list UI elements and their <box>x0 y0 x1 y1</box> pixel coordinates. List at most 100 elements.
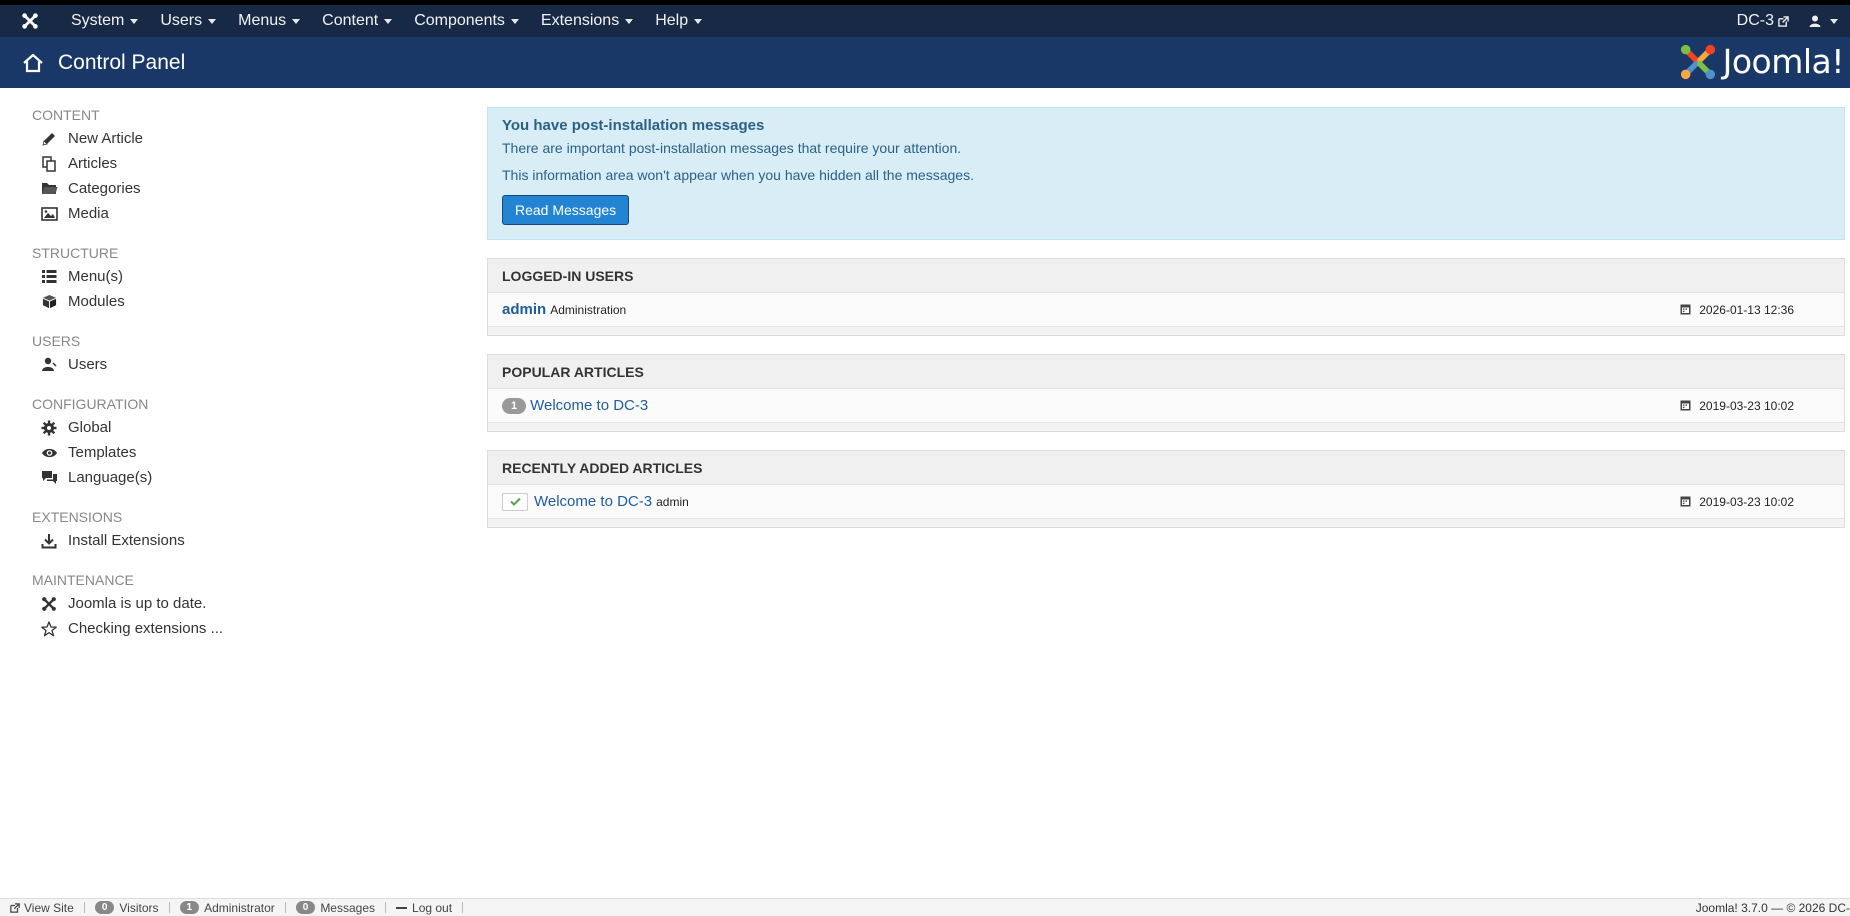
calendar-icon <box>1680 400 1691 411</box>
status-logout[interactable]: Log out <box>386 901 464 915</box>
menu-label: Components <box>414 12 505 29</box>
joomla-icon <box>40 595 58 613</box>
sidebar-item-languages[interactable]: Language(s) <box>32 465 452 490</box>
sidebar-item-new-article[interactable]: New Article <box>32 126 452 151</box>
alert-title: You have post-installation messages <box>502 117 765 134</box>
menu-label: Users <box>160 12 203 29</box>
sidebar-item-label: Media <box>68 205 109 222</box>
sidebar-item-users[interactable]: Users <box>32 352 452 377</box>
main-content: You have post-installation messages Ther… <box>487 107 1845 528</box>
date-text: 2019-03-23 10:02 <box>1699 398 1794 413</box>
menu-label: System <box>71 12 125 29</box>
hits-badge: 1 <box>502 397 527 414</box>
sidebar-item-label: Checking extensions ... <box>68 620 224 637</box>
menu-components[interactable]: Components <box>403 5 530 37</box>
joomla-logo-icon[interactable] <box>0 5 60 37</box>
logged-in-users-panel: LOGGED-IN USERS admin Administration 202… <box>487 258 1845 336</box>
sidebar-group-structure: STRUCTURE Menu(s) Modules <box>32 242 452 314</box>
gear-icon <box>40 419 58 437</box>
user-name-link[interactable]: admin <box>502 301 546 318</box>
copy-icon <box>40 155 58 173</box>
recent-articles-panel: RECENTLY ADDED ARTICLES Welcome to DC-3 … <box>487 450 1845 528</box>
brand-text: Joomla! <box>1722 42 1845 81</box>
panel-heading: LOGGED-IN USERS <box>488 259 1844 293</box>
sidebar-item-label: Categories <box>68 180 141 197</box>
menu-menus[interactable]: Menus <box>227 5 311 37</box>
menu-label: Extensions <box>540 12 620 29</box>
table-row: 1 Welcome to DC-3 2019-03-23 10:02 <box>488 389 1844 423</box>
row-date: 2019-03-23 10:02 <box>1680 495 1794 509</box>
pencil-icon <box>40 130 58 148</box>
menu-extensions[interactable]: Extensions <box>530 5 644 37</box>
date-text: 2019-03-23 10:02 <box>1699 494 1794 509</box>
menu-system[interactable]: System <box>60 5 149 37</box>
published-check-icon[interactable] <box>502 492 528 511</box>
sidebar-item-label: Global <box>68 419 112 436</box>
popular-articles-panel: POPULAR ARTICLES 1 Welcome to DC-3 2019-… <box>487 354 1845 432</box>
caret-down-icon <box>208 18 217 24</box>
sidebar-item-menus[interactable]: Menu(s) <box>32 264 452 289</box>
sidebar-heading: EXTENSIONS <box>32 509 123 525</box>
visitors-badge: 0 <box>94 901 115 914</box>
messages-badge: 0 <box>295 901 316 914</box>
sidebar-heading: CONFIGURATION <box>32 396 149 412</box>
sidebar: CONTENT New Article Articles Categories … <box>32 104 452 657</box>
sidebar-item-media[interactable]: Media <box>32 201 452 226</box>
user-role: Administration <box>550 302 627 317</box>
sidebar-item-label: Templates <box>68 444 137 461</box>
page-title: Control Panel <box>58 50 186 74</box>
sidebar-item-checking-extensions[interactable]: Checking extensions ... <box>32 616 452 641</box>
sidebar-group-maintenance: MAINTENANCE Joomla is up to date. Checki… <box>32 569 452 641</box>
site-link[interactable]: DC-3 <box>1723 12 1803 30</box>
comments-icon <box>40 469 58 487</box>
sidebar-item-global[interactable]: Global <box>32 415 452 440</box>
sidebar-item-label: Joomla is up to date. <box>68 595 207 612</box>
sidebar-item-articles[interactable]: Articles <box>32 151 452 176</box>
sidebar-item-categories[interactable]: Categories <box>32 176 452 201</box>
picture-icon <box>40 205 58 223</box>
calendar-icon <box>1680 304 1691 315</box>
status-messages[interactable]: 0 Messages <box>286 901 387 915</box>
home-icon <box>20 50 46 76</box>
sidebar-group-configuration: CONFIGURATION Global Templates Language(… <box>32 393 452 490</box>
alert-line2: This information area won't appear when … <box>502 167 974 183</box>
user-menu[interactable] <box>1803 15 1850 27</box>
menu-users[interactable]: Users <box>149 5 227 37</box>
top-navbar: System Users Menus Content Components Ex… <box>0 5 1850 37</box>
external-link-icon <box>1778 15 1789 27</box>
article-title-link[interactable]: Welcome to DC-3 <box>530 397 648 414</box>
status-view-site[interactable]: View Site <box>0 900 85 915</box>
date-text: 2026-01-13 12:36 <box>1699 302 1794 317</box>
site-label: DC-3 <box>1736 12 1774 29</box>
panel-footer <box>488 327 1844 335</box>
status-administrator: 1 Administrator <box>170 900 286 915</box>
caret-down-icon <box>384 18 393 24</box>
status-label: Administrator <box>204 900 275 915</box>
list-icon <box>40 268 58 286</box>
eye-icon <box>40 444 58 462</box>
read-messages-button[interactable]: Read Messages <box>502 195 630 225</box>
sidebar-item-label: New Article <box>68 130 144 147</box>
sidebar-item-modules[interactable]: Modules <box>32 289 452 314</box>
menu-label: Content <box>322 12 379 29</box>
joomla-brand-logo: Joomla! <box>1679 42 1845 81</box>
sidebar-item-label: Articles <box>68 155 118 172</box>
sidebar-item-install-extensions[interactable]: Install Extensions <box>32 528 452 553</box>
sidebar-group-content: CONTENT New Article Articles Categories … <box>32 104 452 226</box>
sidebar-item-joomla-update[interactable]: Joomla is up to date. <box>32 591 452 616</box>
caret-down-icon <box>130 18 139 24</box>
caret-down-icon <box>694 18 703 24</box>
sidebar-item-templates[interactable]: Templates <box>32 440 452 465</box>
sidebar-heading: USERS <box>32 333 81 349</box>
panel-footer <box>488 423 1844 431</box>
copyright-text: Joomla! 3.7.0 — © 2026 DC- <box>1695 901 1850 915</box>
status-bar: View Site 0 Visitors 1 Administrator 0 M… <box>0 898 1850 916</box>
navbar-right: DC-3 <box>1723 5 1850 37</box>
star-icon <box>40 620 58 638</box>
admin-badge: 1 <box>179 901 200 914</box>
menu-help[interactable]: Help <box>644 5 713 37</box>
menu-content[interactable]: Content <box>311 5 403 37</box>
row-date: 2019-03-23 10:02 <box>1680 399 1794 413</box>
status-label: View Site <box>24 900 74 915</box>
article-title-link[interactable]: Welcome to DC-3 <box>534 493 652 510</box>
